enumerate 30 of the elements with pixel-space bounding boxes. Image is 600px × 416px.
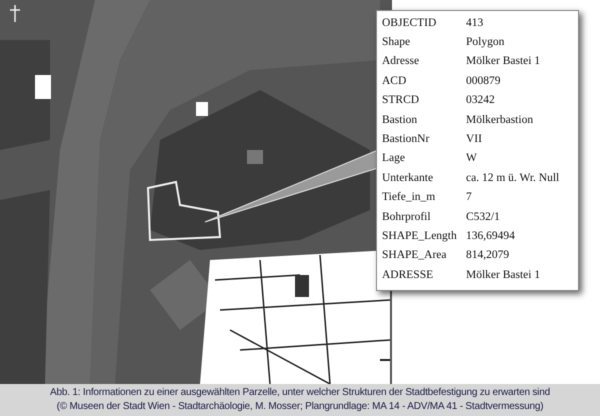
- field-value: C532/1: [466, 210, 501, 223]
- caption-text: (© Museen der Stadt Wien - Stadtarchäologie, M. Mosser; Plangrundlage: MA 14 - ADV/MA 41 - Stadtvermessung): [56, 400, 544, 414]
- field-value: VII: [466, 133, 483, 146]
- field-name: Lage: [382, 152, 406, 164]
- caption-text: Abb. 1: Informationen zu einer ausgewählten Parzelle, unter welcher Strukturen der Stadtbefestigung zu erwarten sind: [50, 386, 550, 400]
- field-name: Unterkante: [382, 172, 434, 184]
- field-name: Adresse: [382, 55, 420, 68]
- field-value: Mölker Bastei 1: [466, 55, 542, 68]
- field-name: SHAPE_Area: [382, 249, 448, 262]
- field-value: 136,69494: [466, 230, 516, 242]
- field-value: 000879: [466, 74, 502, 87]
- field-name: OBJECTID: [382, 16, 438, 29]
- field-name: BastionNr: [382, 133, 430, 146]
- field-value: ca. 12 m ü. Wr. Null: [466, 172, 560, 184]
- field-value: 814,2079: [466, 249, 510, 262]
- field-name: Tiefe_in_m: [382, 191, 436, 204]
- field-name: Shape: [382, 36, 412, 48]
- field-value: Polygon: [466, 36, 506, 48]
- field-value: 7: [466, 191, 473, 204]
- field-value: W: [466, 152, 478, 164]
- field-name: ACD: [382, 74, 408, 87]
- field-name: ADRESSE: [382, 268, 434, 281]
- field-value: Mölkerbastion: [466, 114, 534, 126]
- field-name: SHAPE_Length: [382, 230, 458, 242]
- field-name: STRCD: [382, 94, 420, 106]
- field-value: 03242: [466, 94, 496, 106]
- field-value: Mölker Bastei 1: [466, 268, 542, 281]
- field-name: Bohrprofil: [382, 210, 432, 223]
- field-value: 413: [466, 16, 484, 29]
- field-name: Bastion: [382, 114, 418, 126]
